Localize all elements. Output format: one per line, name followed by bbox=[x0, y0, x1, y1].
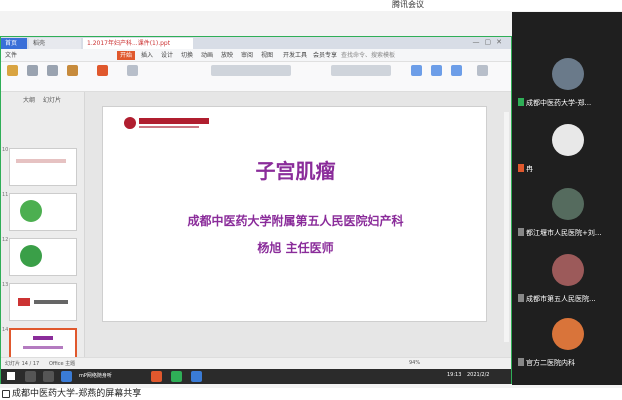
wechat-icon[interactable] bbox=[171, 371, 182, 382]
avatar bbox=[552, 58, 584, 90]
ribbon-tab-bar: 文件 开始 插入 设计 切换 动画 放映 审阅 视图 开发工具 会员专享 查找命… bbox=[1, 49, 511, 62]
slide-number: 12 bbox=[2, 237, 9, 243]
paste-tool[interactable] bbox=[7, 65, 18, 78]
vertical-scrollbar[interactable] bbox=[504, 112, 509, 342]
slide-thumbnail-pane: 大纲 幻灯片 10 11 12 13 14 + bbox=[1, 92, 85, 387]
university-logo bbox=[124, 117, 209, 129]
slide-position: 幻灯片 14 / 17 bbox=[5, 361, 40, 367]
search-icon[interactable] bbox=[25, 371, 36, 382]
status-bar: 幻灯片 14 / 17 Office 主题 94% bbox=[1, 357, 511, 369]
avatar bbox=[552, 318, 584, 350]
mic-muted-icon bbox=[518, 294, 524, 302]
app-icon[interactable] bbox=[61, 371, 72, 382]
slide-number: 14 bbox=[2, 327, 9, 333]
windows-taskbar: mP网络随身听 19:13 2021/2/2 bbox=[1, 369, 511, 384]
participant-panel: 成都中医药大学-郑... 冉 都江堰市人民医院+刘... 成都市第五人民医院..… bbox=[512, 12, 622, 385]
participant-name: 都江堰市人民医院+刘... bbox=[518, 227, 618, 239]
ribbon-tab-view[interactable]: 视图 bbox=[261, 51, 273, 60]
ribbon-tab-home[interactable]: 开始 bbox=[117, 51, 136, 60]
slide-thumbnail[interactable] bbox=[9, 193, 77, 231]
ribbon-toolbar bbox=[1, 62, 511, 92]
screen-share-label: 成都中医药大学-郑燕的屏幕共享 bbox=[12, 389, 142, 399]
format-painter-tool[interactable] bbox=[67, 65, 78, 78]
pane-tab-slides[interactable]: 幻灯片 bbox=[43, 95, 61, 104]
slide-presenter: 杨旭 主任医师 bbox=[257, 241, 334, 255]
windows-start-icon[interactable] bbox=[7, 372, 15, 380]
participant-card[interactable]: 冉 bbox=[518, 120, 618, 184]
meeting-window: 腾讯会议 首页 稻壳 1.2017年妇产科...课件(1).ppt —▢✕ 文件… bbox=[0, 0, 622, 400]
tab-docer[interactable]: 稻壳 bbox=[29, 38, 81, 49]
meeting-title-bar: 腾讯会议 bbox=[0, 0, 622, 11]
copy-tool[interactable] bbox=[47, 65, 58, 78]
browser-icon[interactable] bbox=[191, 371, 202, 382]
wps-tab-bar: 首页 稻壳 1.2017年妇产科...课件(1).ppt —▢✕ bbox=[1, 37, 511, 49]
tab-home[interactable]: 首页 bbox=[1, 38, 27, 49]
participant-card[interactable]: 都江堰市人民医院+刘... bbox=[518, 184, 618, 248]
zoom-level[interactable]: 94% bbox=[409, 360, 420, 366]
ribbon-tab-developer[interactable]: 开发工具 bbox=[283, 51, 307, 60]
layout-tool[interactable] bbox=[127, 65, 138, 78]
taskbar-time: 19:13 bbox=[447, 372, 462, 378]
avatar bbox=[552, 254, 584, 286]
current-slide[interactable]: 子宫肌瘤 成都中医药大学附属第五人民医院妇产科 杨旭 主任医师 bbox=[102, 106, 487, 322]
ribbon-tab-insert[interactable]: 插入 bbox=[141, 51, 153, 60]
shapes-tool[interactable] bbox=[431, 65, 442, 78]
slide-number: 13 bbox=[2, 282, 9, 288]
meeting-title: 腾讯会议 bbox=[392, 0, 424, 9]
slide-canvas: 子宫肌瘤 成都中医药大学附属第五人民医院妇产科 杨旭 主任医师 bbox=[85, 92, 511, 357]
theme-name: Office 主题 bbox=[49, 361, 76, 367]
mic-icon bbox=[518, 98, 524, 106]
participant-name: 冉 bbox=[518, 163, 618, 175]
slide-thumbnail[interactable] bbox=[9, 238, 77, 276]
arrange-tool[interactable] bbox=[451, 65, 462, 78]
avatar bbox=[552, 188, 584, 220]
participant-card[interactable]: 成都中医药大学-郑... bbox=[518, 54, 618, 118]
ribbon-tab-transition[interactable]: 切换 bbox=[181, 51, 193, 60]
participant-name: 官方二医院内科 bbox=[518, 357, 618, 369]
ribbon-tab-review[interactable]: 审阅 bbox=[241, 51, 253, 60]
mic-muted-icon bbox=[518, 358, 524, 366]
textbox-tool[interactable] bbox=[411, 65, 422, 78]
slide-thumbnail[interactable] bbox=[9, 148, 77, 186]
slide-hospital: 成都中医药大学附属第五人民医院妇产科 bbox=[187, 214, 404, 228]
mic-muted-icon bbox=[518, 228, 524, 236]
font-controls[interactable] bbox=[211, 65, 291, 78]
ribbon-tab-member[interactable]: 会员专享 bbox=[313, 51, 337, 60]
slide-thumbnail[interactable] bbox=[9, 283, 77, 321]
taskbar-app-label[interactable]: mP网络随身听 bbox=[79, 372, 112, 379]
slide-number: 11 bbox=[2, 192, 9, 198]
window-controls[interactable]: —▢✕ bbox=[473, 38, 507, 46]
participant-name: 成都市第五人民医院... bbox=[518, 293, 618, 305]
ribbon-tab-design[interactable]: 设计 bbox=[161, 51, 173, 60]
taskbar-date: 2021/2/2 bbox=[467, 372, 490, 378]
cut-tool[interactable] bbox=[27, 65, 38, 78]
paragraph-controls[interactable] bbox=[331, 65, 391, 78]
slide-number: 10 bbox=[2, 147, 9, 153]
slide-title: 子宫肌瘤 bbox=[255, 159, 336, 183]
wps-icon[interactable] bbox=[151, 371, 162, 382]
ribbon-tab-file[interactable]: 文件 bbox=[5, 51, 17, 60]
avatar bbox=[552, 124, 584, 156]
shared-screen: 首页 稻壳 1.2017年妇产科...课件(1).ppt —▢✕ 文件 开始 插… bbox=[0, 36, 512, 387]
participant-card[interactable]: 官方二医院内科 bbox=[518, 314, 618, 378]
participant-name: 成都中医药大学-郑... bbox=[518, 97, 618, 109]
pane-tab-outline[interactable]: 大纲 bbox=[23, 95, 35, 104]
screen-share-footer: 成都中医药大学-郑燕的屏幕共享 bbox=[0, 388, 622, 400]
mic-muted-icon bbox=[518, 164, 524, 172]
tab-document[interactable]: 1.2017年妇产科...课件(1).ppt bbox=[83, 38, 193, 49]
ribbon-tab-slideshow[interactable]: 放映 bbox=[221, 51, 233, 60]
command-search[interactable]: 查找命令、搜索模板 bbox=[341, 51, 395, 60]
new-slide-tool[interactable] bbox=[97, 65, 108, 78]
find-tool[interactable] bbox=[477, 65, 488, 78]
task-view-icon[interactable] bbox=[43, 371, 54, 382]
ribbon-tab-animation[interactable]: 动画 bbox=[201, 51, 213, 60]
participant-card[interactable]: 成都市第五人民医院... bbox=[518, 250, 618, 314]
screen-share-icon bbox=[2, 390, 10, 398]
